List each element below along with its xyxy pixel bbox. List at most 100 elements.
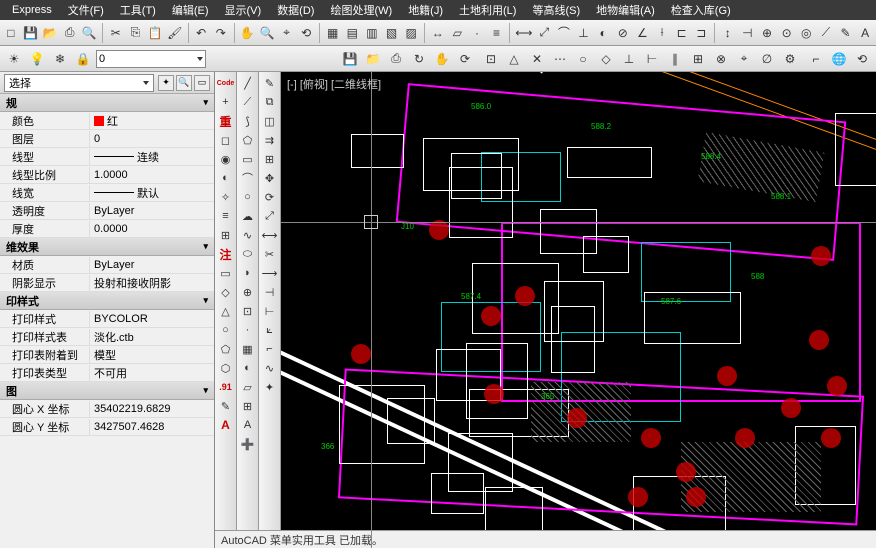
- menu-item[interactable]: 等高线(S): [524, 2, 588, 18]
- point-icon[interactable]: ·: [239, 321, 257, 339]
- property-row[interactable]: 圆心 X 坐标35402219.6829: [0, 400, 214, 418]
- insert-icon[interactable]: ⊕: [239, 283, 257, 301]
- move-icon[interactable]: ✥: [261, 169, 279, 187]
- stretch-icon[interactable]: ⟷: [261, 226, 279, 244]
- property-row[interactable]: 颜色红: [0, 112, 214, 130]
- dim-space-icon[interactable]: ↕: [719, 23, 737, 43]
- list-icon[interactable]: ≡: [488, 23, 506, 43]
- markup-icon[interactable]: ▨: [402, 23, 420, 43]
- xline-icon[interactable]: ⟋: [239, 93, 257, 111]
- rotate-icon[interactable]: ⟳: [455, 49, 475, 69]
- menu-item[interactable]: 绘图处理(W): [322, 2, 400, 18]
- dim-linear-icon[interactable]: ⟷: [514, 23, 533, 43]
- dim-radius-icon[interactable]: ◐: [594, 23, 612, 43]
- dim-tedit-icon[interactable]: A: [856, 23, 874, 43]
- offset-icon[interactable]: ⇉: [261, 131, 279, 149]
- scale-icon[interactable]: ⤢: [261, 207, 279, 225]
- dim-break-icon[interactable]: ⊣: [739, 23, 757, 43]
- plot-icon[interactable]: ⎙: [61, 23, 79, 43]
- snap-node-icon[interactable]: ⊗: [711, 49, 731, 69]
- pan-icon[interactable]: ✋: [239, 23, 257, 43]
- property-row[interactable]: 线型连续: [0, 148, 214, 166]
- menu-item[interactable]: Express: [4, 4, 60, 16]
- property-value[interactable]: 投射和接收阴影: [90, 275, 214, 291]
- pline-icon[interactable]: ⟆: [239, 112, 257, 130]
- menu-item[interactable]: 显示(V): [217, 2, 270, 18]
- property-value[interactable]: 35402219.6829: [90, 403, 214, 415]
- ellipse-icon[interactable]: ⬭: [239, 245, 257, 263]
- dim-diameter-icon[interactable]: ⊘: [614, 23, 632, 43]
- property-value[interactable]: 1.0000: [90, 169, 214, 181]
- snap-end-icon[interactable]: ⊡: [481, 49, 501, 69]
- match-icon[interactable]: 🖌: [166, 23, 184, 43]
- lock-icon[interactable]: 🔒: [73, 49, 93, 69]
- blend-icon[interactable]: ∿: [261, 359, 279, 377]
- point-icon[interactable]: ·: [468, 23, 486, 43]
- dim-quick-icon[interactable]: ⟊: [653, 23, 671, 43]
- tool-icon[interactable]: ✧: [217, 188, 235, 206]
- snap-mid-icon[interactable]: △: [504, 49, 524, 69]
- snap-int-icon[interactable]: ✕: [527, 49, 547, 69]
- line-icon[interactable]: ╱: [239, 74, 257, 92]
- snap-ins-icon[interactable]: ⊞: [688, 49, 708, 69]
- polygon-icon[interactable]: ⬠: [239, 131, 257, 149]
- explode-icon[interactable]: ✦: [261, 378, 279, 396]
- zoom-window-icon[interactable]: ⌖: [278, 23, 296, 43]
- property-group-header[interactable]: 维效果▾: [0, 238, 214, 256]
- snap-cen-icon[interactable]: ○: [573, 49, 593, 69]
- snap-perp-icon[interactable]: ⊢: [642, 49, 662, 69]
- jogged-icon[interactable]: ⟋: [817, 23, 835, 43]
- area-icon[interactable]: ▱: [449, 23, 467, 43]
- layer-dropdown[interactable]: 0: [96, 50, 206, 68]
- property-row[interactable]: 材质ByLayer: [0, 256, 214, 274]
- dim-baseline-icon[interactable]: ⊏: [673, 23, 691, 43]
- property-value[interactable]: 连续: [90, 149, 214, 165]
- property-row[interactable]: 圆心 Y 坐标3427507.4628: [0, 418, 214, 436]
- copy-icon[interactable]: ⧉: [261, 93, 279, 111]
- menu-item[interactable]: 工具(T): [112, 2, 164, 18]
- tolerance-icon[interactable]: ⊕: [758, 23, 776, 43]
- redo-icon[interactable]: ↷: [212, 23, 230, 43]
- folder-icon[interactable]: 📁: [363, 49, 383, 69]
- arc-icon[interactable]: ⌒: [239, 169, 257, 187]
- break-icon[interactable]: ⊣: [261, 283, 279, 301]
- gradient-icon[interactable]: ◐: [239, 359, 257, 377]
- zoom-prev-icon[interactable]: ⟲: [297, 23, 315, 43]
- property-row[interactable]: 打印表类型不可用: [0, 364, 214, 382]
- tool-icon[interactable]: △: [217, 302, 235, 320]
- inspect-icon[interactable]: ◎: [797, 23, 815, 43]
- fillet-icon[interactable]: ⌐: [261, 340, 279, 358]
- bulb-icon[interactable]: 💡: [27, 49, 47, 69]
- property-value[interactable]: 不可用: [90, 365, 214, 381]
- quickselect-icon[interactable]: 🔍: [176, 75, 192, 91]
- table-icon[interactable]: ⊞: [239, 397, 257, 415]
- snap-par-icon[interactable]: ∥: [665, 49, 685, 69]
- tool-icon[interactable]: ◉: [217, 150, 235, 168]
- property-row[interactable]: 图层0: [0, 130, 214, 148]
- snap-ext-icon[interactable]: ⋯: [550, 49, 570, 69]
- property-row[interactable]: 线宽默认: [0, 184, 214, 202]
- property-value[interactable]: BYCOLOR: [90, 313, 214, 325]
- drawing-canvas[interactable]: [-] [俯视] [二维线框] 586.0588.2588.4588.1J105…: [281, 72, 876, 548]
- property-group-header[interactable]: 图▾: [0, 382, 214, 400]
- selection-dropdown[interactable]: 选择: [4, 74, 154, 92]
- property-value[interactable]: 0.0000: [90, 223, 214, 235]
- tool-icon[interactable]: ≡: [217, 207, 235, 225]
- property-value[interactable]: 3427507.4628: [90, 421, 214, 433]
- layer-manager-icon[interactable]: ☀: [4, 49, 24, 69]
- chamfer-icon[interactable]: ⟀: [261, 321, 279, 339]
- block-icon[interactable]: ⊡: [239, 302, 257, 320]
- property-value[interactable]: 淡化.ctb: [90, 329, 214, 345]
- menu-item[interactable]: 文件(F): [60, 2, 112, 18]
- extend-icon[interactable]: ⟶: [261, 264, 279, 282]
- snap-near-icon[interactable]: ⌖: [734, 49, 754, 69]
- property-value[interactable]: 0: [90, 133, 214, 145]
- copy-icon[interactable]: ⎘: [127, 23, 145, 43]
- osnap-set-icon[interactable]: ⚙: [780, 49, 800, 69]
- property-row[interactable]: 透明度ByLayer: [0, 202, 214, 220]
- property-group-header[interactable]: 规▾: [0, 94, 214, 112]
- toggle-pim-icon[interactable]: ✦: [158, 75, 174, 91]
- property-row[interactable]: 厚度0.0000: [0, 220, 214, 238]
- erase-icon[interactable]: ✎: [261, 74, 279, 92]
- hand-icon[interactable]: ✋: [432, 49, 452, 69]
